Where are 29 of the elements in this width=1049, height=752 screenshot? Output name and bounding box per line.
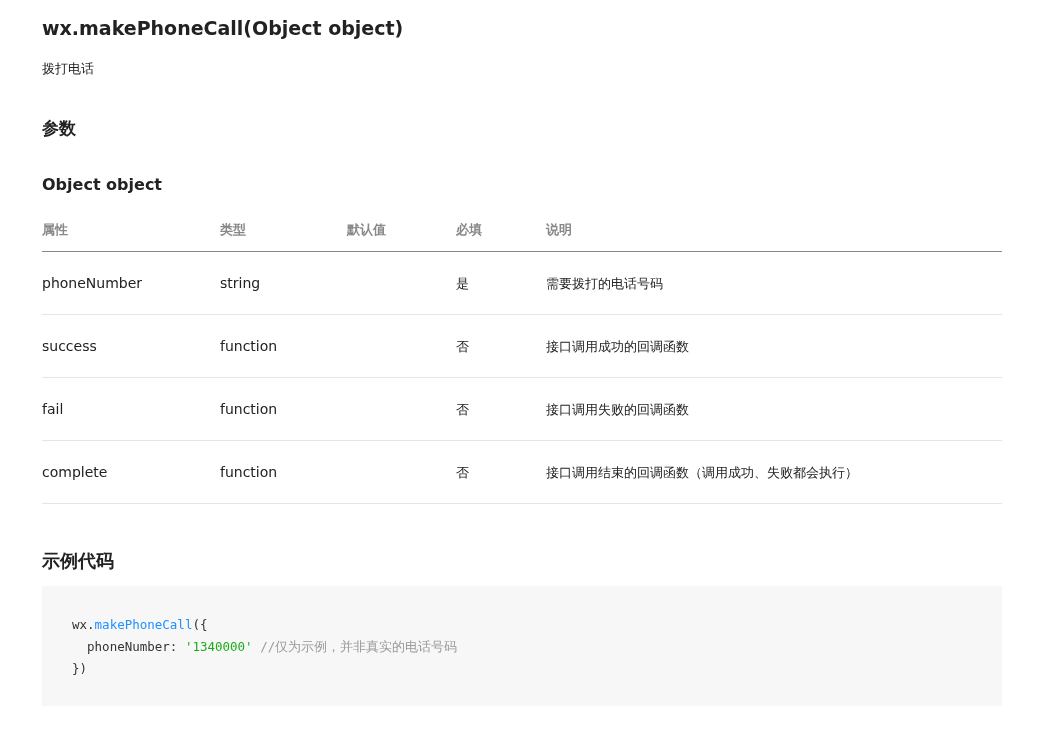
table-cell: function <box>220 400 278 417</box>
description-text: 拨打电话 <box>42 59 95 78</box>
subsection-heading: Object object <box>42 174 163 194</box>
table-cell: 接口调用结束的回调函数（调用成功、失败都会执行） <box>546 464 858 480</box>
column-header: 必填 <box>456 219 546 252</box>
column-header: 默认值 <box>347 219 456 252</box>
table-cell: complete <box>42 463 108 480</box>
section-heading: 示例代码 <box>42 550 115 572</box>
column-header: 类型 <box>220 219 347 252</box>
table-cell: function <box>220 463 278 480</box>
table-cell: phoneNumber <box>42 274 143 291</box>
table-cell: 接口调用失败的回调函数 <box>546 401 689 417</box>
table-cell: 否 <box>456 338 469 354</box>
table-cell: success <box>42 337 97 354</box>
column-header: 说明 <box>546 219 1002 252</box>
code-line: wx.makePhoneCall({ <box>72 615 209 634</box>
table-cell: function <box>220 337 278 354</box>
table-cell: 否 <box>456 464 469 480</box>
column-header: 属性 <box>42 219 220 252</box>
table-cell: string <box>220 274 261 291</box>
table-cell: fail <box>42 400 64 417</box>
table-cell: 否 <box>456 401 469 417</box>
code-line: }) <box>72 659 89 678</box>
section-heading: 参数 <box>42 118 77 139</box>
table-cell: 是 <box>456 275 469 291</box>
table-cell: 需要拨打的电话号码 <box>546 275 663 291</box>
table-cell: 接口调用成功的回调函数 <box>546 338 689 354</box>
code-line: phoneNumber: '1340000' //仅为示例，并非真实的电话号码 <box>86 637 459 656</box>
page-title: wx.makePhoneCall(Object object) <box>42 17 405 40</box>
